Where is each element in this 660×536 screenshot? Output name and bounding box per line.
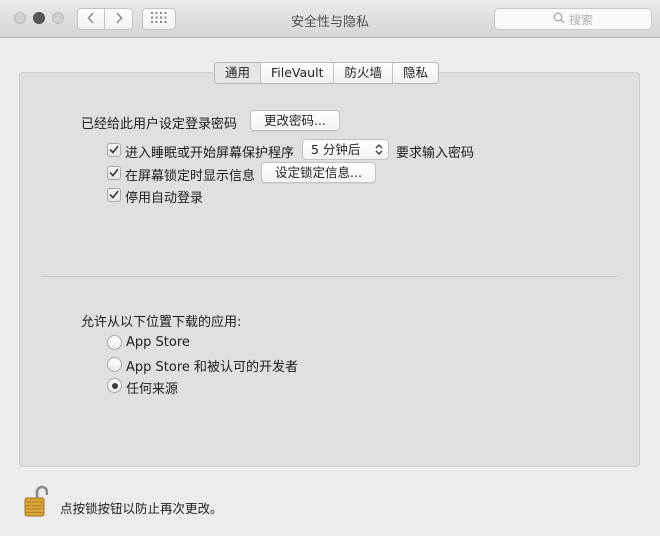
radio-identified-developers-label: App Store 和被认可的开发者 — [126, 360, 299, 375]
show-message-checkbox[interactable] — [107, 166, 121, 180]
radio-selected-dot — [111, 382, 118, 389]
set-lock-message-button[interactable]: 设定锁定信息... — [261, 162, 376, 183]
password-set-label: 已经给此用户设定登录密码 — [81, 117, 238, 132]
tab-filevault[interactable]: FileVault — [260, 63, 333, 83]
checkmark-icon — [109, 143, 119, 158]
radio-identified-developers[interactable] — [107, 357, 122, 372]
search-icon — [553, 12, 565, 27]
divider — [42, 276, 618, 277]
disable-auto-login-checkbox[interactable] — [107, 188, 121, 202]
password-delay-value: 5 分钟后 — [311, 142, 361, 157]
title-bar: 安全性与隐私 搜索 — [0, 0, 660, 38]
unlocked-padlock-icon — [24, 485, 49, 522]
change-password-button[interactable]: 更改密码... — [250, 110, 340, 131]
checkmark-icon — [109, 188, 119, 203]
search-placeholder: 搜索 — [568, 12, 593, 27]
radio-app-store-label: App Store — [126, 335, 190, 350]
lock-button[interactable] — [24, 484, 49, 518]
require-password-label: 进入睡眠或开始屏幕保护程序 — [125, 146, 295, 161]
require-password-checkbox[interactable] — [107, 143, 121, 157]
updown-arrows-icon — [374, 142, 384, 157]
tab-general[interactable]: 通用 — [215, 63, 261, 83]
require-password-suffix: 要求输入密码 — [396, 146, 475, 161]
tab-firewall[interactable]: 防火墙 — [333, 63, 392, 83]
checkmark-icon — [109, 166, 119, 181]
search-input[interactable]: 搜索 — [494, 8, 652, 30]
disable-auto-login-label: 停用自动登录 — [125, 191, 204, 206]
tab-privacy[interactable]: 隐私 — [392, 63, 438, 83]
show-message-label: 在屏幕锁定时显示信息 — [125, 169, 256, 184]
tab-bar: 通用 FileVault 防火墙 隐私 — [214, 62, 440, 84]
lock-hint-text: 点按锁按钮以防止再次更改。 — [60, 501, 223, 516]
downloads-heading: 允许从以下位置下载的应用: — [81, 315, 242, 330]
radio-anywhere[interactable] — [107, 378, 122, 393]
radio-anywhere-label: 任何来源 — [126, 382, 179, 397]
password-delay-select[interactable]: 5 分钟后 — [302, 139, 389, 160]
radio-app-store[interactable] — [107, 335, 122, 350]
